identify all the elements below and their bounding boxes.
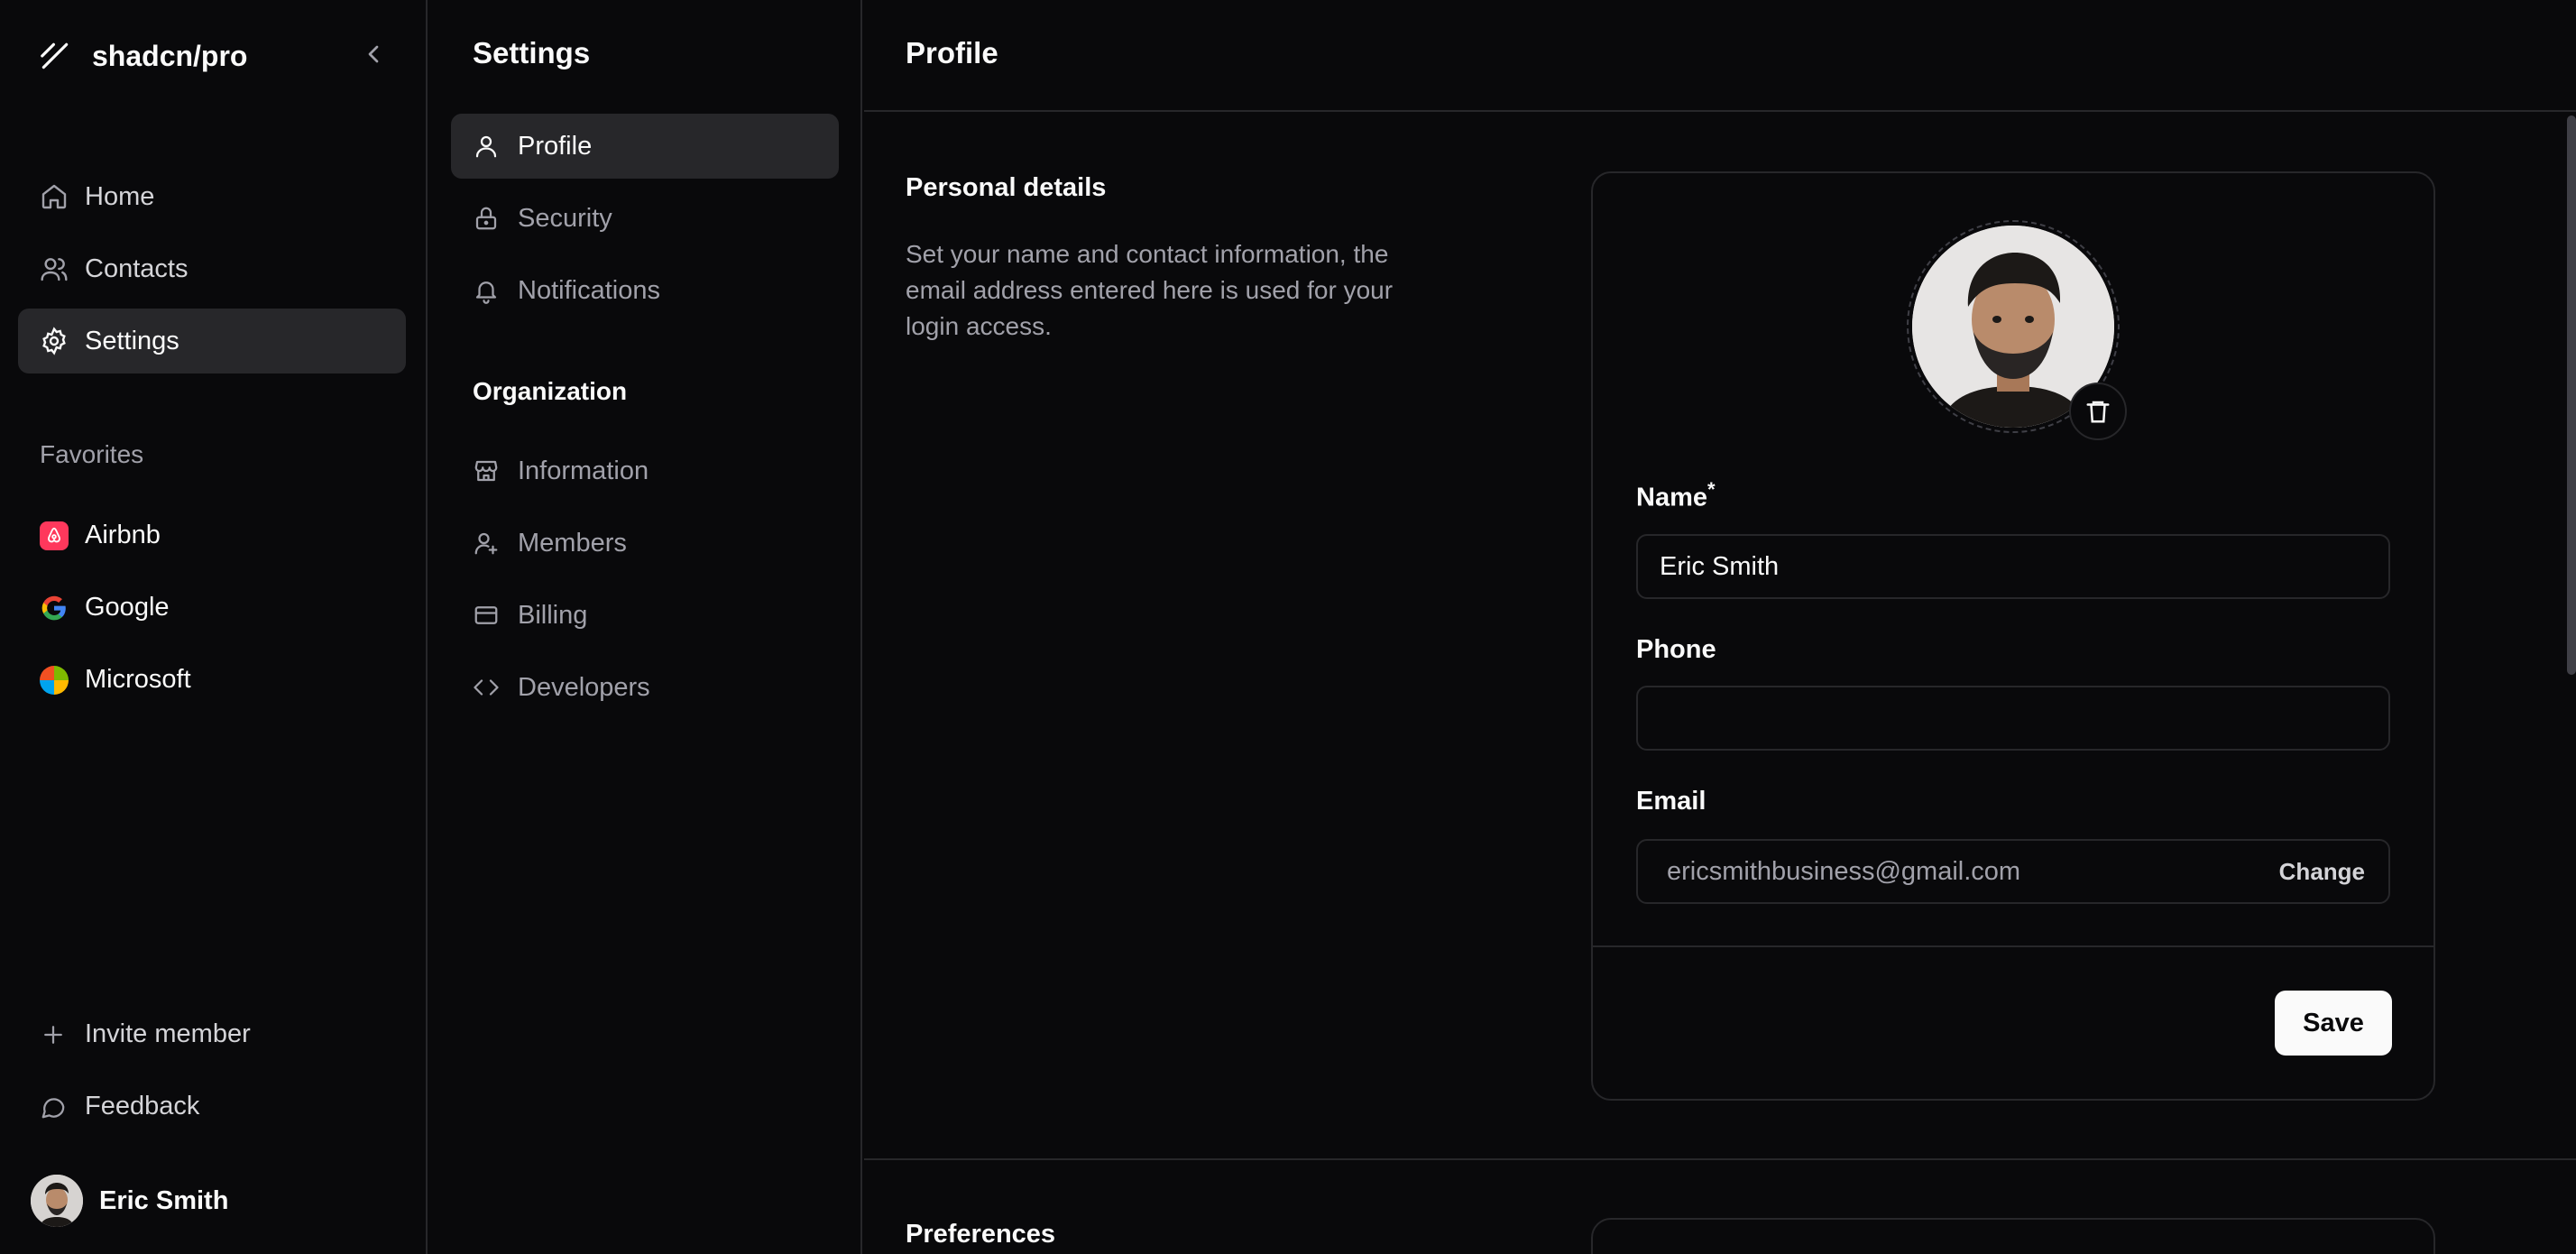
favorites-heading: Favorites	[40, 440, 144, 468]
favorite-label: Google	[85, 593, 170, 622]
personal-details-heading: Personal details	[906, 173, 1107, 202]
user-name: Eric Smith	[99, 1185, 229, 1215]
settings-nav-label: Developers	[518, 672, 650, 702]
page-title: Profile	[906, 36, 998, 69]
settings-nav-members[interactable]: Members	[451, 511, 839, 576]
phone-label: Phone	[1636, 635, 1716, 664]
avatar	[31, 1175, 83, 1227]
name-input[interactable]	[1636, 534, 2390, 599]
lock-icon	[475, 207, 497, 230]
settings-nav-profile[interactable]: Profile	[451, 114, 839, 179]
nav-item-home[interactable]: Home	[18, 164, 406, 229]
card-footer-divider	[1593, 945, 2433, 947]
organization-heading: Organization	[473, 377, 628, 405]
home-icon	[41, 184, 67, 209]
airbnb-logo-icon	[40, 521, 69, 550]
preferences-heading: Preferences	[906, 1220, 1056, 1249]
settings-nav-developers[interactable]: Developers	[451, 655, 839, 720]
settings-sidebar: Settings Profile Security Notifications …	[429, 0, 862, 1254]
gear-icon	[42, 327, 66, 355]
settings-nav-label: Information	[518, 456, 649, 485]
nav-item-label: Contacts	[85, 254, 189, 283]
nav-item-label: Home	[85, 181, 155, 211]
feedback-label: Feedback	[85, 1092, 200, 1120]
settings-nav-notifications[interactable]: Notifications	[451, 258, 839, 323]
trash-icon	[2086, 401, 2110, 423]
chevron-left-icon	[368, 45, 379, 63]
brand-name: shadcn/pro	[92, 39, 248, 72]
user-icon	[475, 135, 497, 158]
app-window: shadcn/pro Home Contacts Settings Favori…	[0, 0, 2576, 1254]
required-marker: *	[1707, 478, 1716, 501]
personal-details-description: Set your name and contact information, t…	[906, 240, 1394, 340]
email-label: Email	[1636, 787, 1707, 816]
favorite-label: Microsoft	[85, 665, 191, 694]
settings-nav-label: Billing	[518, 600, 588, 630]
credit-card-icon	[474, 606, 498, 624]
scrollbar-thumb[interactable]	[2567, 115, 2576, 675]
settings-nav-information[interactable]: Information	[451, 438, 839, 503]
settings-title: Settings	[473, 36, 591, 69]
user-menu[interactable]: Eric Smith	[31, 1175, 228, 1227]
brand[interactable]: shadcn/pro	[38, 34, 247, 78]
save-button[interactable]: Save	[2275, 991, 2392, 1056]
favorite-airbnb[interactable]: Airbnb	[40, 521, 161, 550]
plus-icon	[44, 1025, 62, 1044]
main-content: Profile Personal details Set your name a…	[864, 0, 2576, 1254]
phone-input[interactable]	[1636, 686, 2390, 751]
settings-nav-label: Security	[518, 203, 612, 233]
settings-nav-label: Notifications	[518, 275, 660, 305]
name-label-text: Name	[1636, 483, 1707, 512]
email-value: ericsmithbusiness@gmail.com	[1667, 856, 2021, 886]
settings-nav-security[interactable]: Security	[451, 186, 839, 251]
nav-item-contacts[interactable]: Contacts	[18, 236, 406, 301]
feedback-button[interactable]: Feedback	[40, 1092, 199, 1121]
settings-nav-label: Members	[518, 528, 627, 558]
nav-item-settings[interactable]: Settings	[18, 309, 406, 373]
settings-nav-billing[interactable]: Billing	[451, 583, 839, 648]
favorite-microsoft[interactable]: Microsoft	[40, 665, 191, 695]
change-email-button[interactable]: Change	[2279, 858, 2365, 886]
bell-icon	[475, 281, 497, 304]
google-logo-icon	[40, 594, 69, 622]
message-icon	[41, 1097, 65, 1118]
favorite-label: Airbnb	[85, 521, 161, 549]
name-label: Name*	[1636, 478, 1716, 513]
nav-item-label: Settings	[85, 326, 179, 355]
favorite-google[interactable]: Google	[40, 593, 170, 622]
preferences-card	[1591, 1218, 2435, 1254]
invite-member-button[interactable]: Invite member	[40, 1019, 251, 1049]
personal-details-card: Name* Phone Email ericsmithbusiness@gmai…	[1591, 171, 2435, 1101]
users-icon	[41, 258, 68, 281]
email-field: ericsmithbusiness@gmail.com Change	[1636, 839, 2390, 904]
user-plus-icon	[474, 532, 498, 555]
microsoft-logo-icon	[40, 665, 69, 695]
collapse-sidebar-button[interactable]	[359, 40, 388, 69]
brand-logo-icon	[38, 39, 72, 73]
store-icon	[474, 460, 498, 482]
page-header: Profile	[864, 0, 2576, 112]
delete-photo-button[interactable]	[2069, 383, 2127, 440]
settings-nav-label: Profile	[518, 131, 593, 161]
primary-sidebar: shadcn/pro Home Contacts Settings Favori…	[0, 0, 428, 1254]
code-icon	[474, 679, 499, 696]
section-divider	[864, 1158, 2576, 1160]
invite-member-label: Invite member	[85, 1019, 251, 1048]
